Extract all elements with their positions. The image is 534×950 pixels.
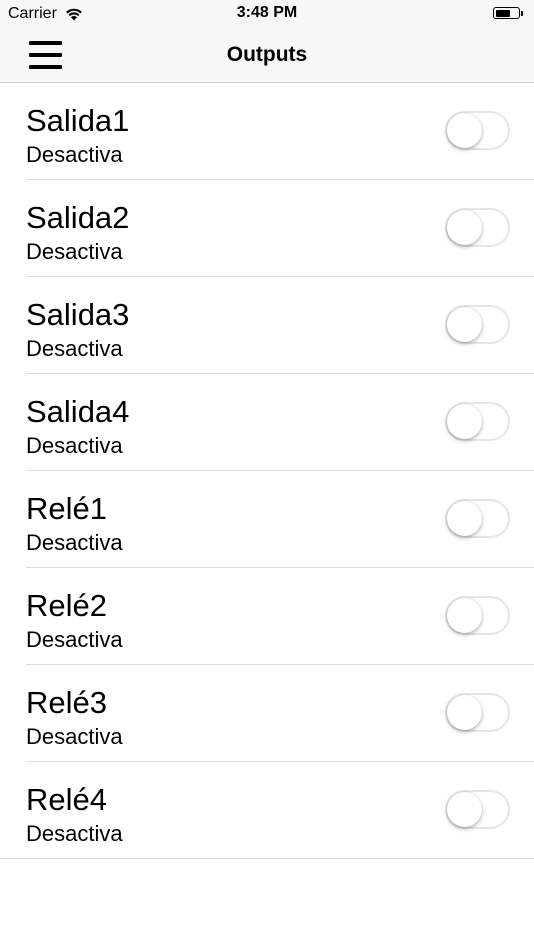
battery-level-fill <box>495 9 510 17</box>
page-title: Outputs <box>226 43 308 66</box>
output-toggle[interactable] <box>445 790 510 829</box>
toggle-knob <box>447 210 482 245</box>
list-item: Salida1 Desactiva <box>0 83 534 180</box>
output-status: Desactiva <box>26 530 123 555</box>
list-item: Salida4 Desactiva <box>0 374 534 471</box>
output-status: Desactiva <box>26 724 123 749</box>
list-item: Relé1 Desactiva <box>0 471 534 568</box>
output-status: Desactiva <box>26 821 123 846</box>
toggle-knob <box>447 404 482 439</box>
output-toggle[interactable] <box>445 402 510 441</box>
output-status: Desactiva <box>26 336 123 361</box>
output-name: Salida4 <box>26 394 130 429</box>
list-item: Relé3 Desactiva <box>0 665 534 762</box>
output-toggle[interactable] <box>445 596 510 635</box>
toggle-knob <box>447 695 482 730</box>
output-name: Relé1 <box>26 491 107 526</box>
toggle-knob <box>447 792 482 827</box>
status-bar: Carrier 3:48 PM <box>0 0 534 28</box>
battery-icon <box>493 7 525 21</box>
output-toggle[interactable] <box>445 111 510 150</box>
toggle-knob <box>447 501 482 536</box>
output-name: Relé2 <box>26 588 107 623</box>
toggle-knob <box>447 113 482 148</box>
output-status: Desactiva <box>26 627 123 652</box>
list-item: Relé2 Desactiva <box>0 568 534 665</box>
list-item: Relé4 Desactiva <box>0 762 534 859</box>
output-name: Salida3 <box>26 297 130 332</box>
output-name: Relé4 <box>26 782 107 817</box>
row-divider <box>0 858 534 859</box>
navigation-bar: Outputs <box>0 28 534 83</box>
list-item: Salida3 Desactiva <box>0 277 534 374</box>
output-name: Salida2 <box>26 200 130 235</box>
output-status: Desactiva <box>26 239 123 264</box>
output-toggle[interactable] <box>445 693 510 732</box>
status-time: 3:48 PM <box>236 4 298 21</box>
list-item: Salida2 Desactiva <box>0 180 534 277</box>
toggle-knob <box>447 307 482 342</box>
output-toggle[interactable] <box>445 208 510 247</box>
output-name: Relé3 <box>26 685 107 720</box>
output-toggle[interactable] <box>445 499 510 538</box>
outputs-list: Salida1 Desactiva Salida2 Desactiva Sali… <box>0 83 534 859</box>
output-toggle[interactable] <box>445 305 510 344</box>
output-status: Desactiva <box>26 142 123 167</box>
output-name: Salida1 <box>26 103 130 138</box>
toggle-knob <box>447 598 482 633</box>
output-status: Desactiva <box>26 433 123 458</box>
